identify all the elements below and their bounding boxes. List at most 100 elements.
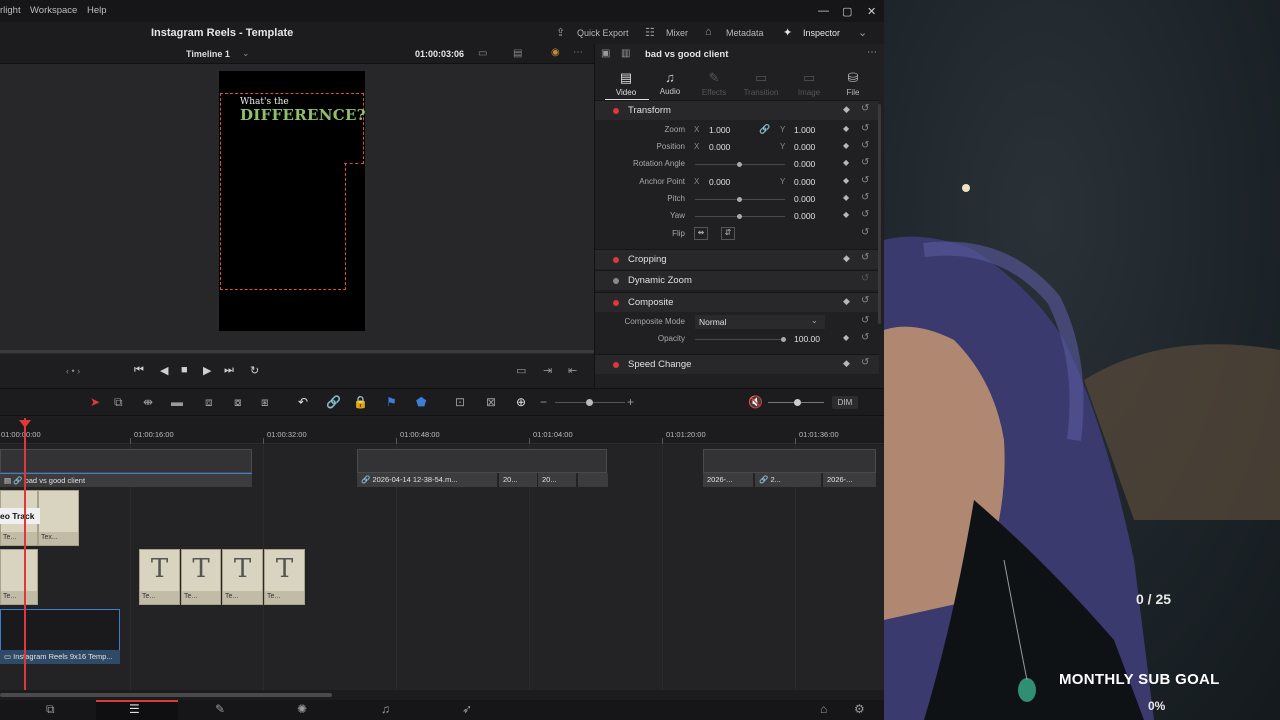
opacity-field[interactable]: 100.00 xyxy=(790,332,830,346)
keyframe-icon[interactable]: ◆ xyxy=(843,158,849,167)
playhead[interactable] xyxy=(24,418,26,690)
keyframe-icon[interactable]: ◆ xyxy=(843,210,849,219)
keyframe-icon[interactable]: ◆ xyxy=(843,253,850,264)
keyframe-icon[interactable]: ◆ xyxy=(843,333,849,342)
home-icon[interactable]: ⌂ xyxy=(820,702,827,716)
text-clip[interactable]: Tex... xyxy=(38,490,79,546)
media-page-icon[interactable]: ⧉ xyxy=(46,702,55,717)
enable-dot[interactable] xyxy=(613,362,619,368)
timeline-clip[interactable]: 2026-... xyxy=(823,473,876,487)
inspector-button[interactable]: Inspector xyxy=(803,28,840,38)
anchor-y-field[interactable]: 0.000 xyxy=(790,175,830,189)
reset-icon[interactable]: ↺ xyxy=(861,295,869,306)
reset-icon[interactable]: ↺ xyxy=(861,157,869,168)
fusion-page-icon[interactable]: ✎ xyxy=(215,702,225,716)
menu-item-help[interactable]: Help xyxy=(87,5,107,16)
tab-effects[interactable]: ✎ Effects xyxy=(692,70,736,97)
tab-file[interactable]: ⛁ File xyxy=(831,70,875,97)
detail-zoom-icon[interactable]: ⊠ xyxy=(486,395,496,409)
fairlight-page-icon[interactable]: ♫ xyxy=(381,702,390,716)
zoom-slider[interactable] xyxy=(555,399,625,406)
match-frame-icon[interactable]: ▭ xyxy=(516,364,526,377)
stop-icon[interactable]: ■ xyxy=(181,364,188,376)
slider-knob[interactable] xyxy=(781,337,786,342)
mixer-icon[interactable]: ☷ xyxy=(645,26,655,39)
section-transform[interactable]: Transform ◆ ↺ xyxy=(595,100,879,120)
reset-icon[interactable]: ↺ xyxy=(861,273,869,284)
timeline-clip[interactable]: 🔗 2... xyxy=(755,473,821,487)
position-x-field[interactable]: 0.000 xyxy=(705,140,745,154)
reset-icon[interactable]: ↺ xyxy=(861,315,869,326)
overwrite-clip-icon[interactable]: ⧇ xyxy=(234,395,242,410)
reset-icon[interactable]: ↺ xyxy=(861,252,869,263)
zoom-x-field[interactable]: 1.000 xyxy=(705,123,745,137)
reset-icon[interactable]: ↺ xyxy=(861,357,869,368)
menu-item-workspace[interactable]: Workspace xyxy=(30,5,77,16)
more-options-icon[interactable]: ⋯ xyxy=(573,47,583,58)
inspector-options-icon[interactable]: ⋯ xyxy=(867,47,877,58)
enable-dot[interactable] xyxy=(613,278,619,284)
clip-thumbnail-strip[interactable] xyxy=(703,449,876,473)
keyframe-icon[interactable]: ◆ xyxy=(843,176,849,185)
tab-transition[interactable]: ▭ Transition xyxy=(739,70,783,97)
zoom-in-icon[interactable]: + xyxy=(627,395,634,409)
text-clip[interactable]: Te... xyxy=(0,549,38,605)
inspector-scrollbar[interactable] xyxy=(878,104,881,324)
close-button[interactable]: ✕ xyxy=(867,5,876,18)
clip-thumbnail-strip[interactable] xyxy=(0,449,252,473)
timeline-clip[interactable] xyxy=(578,473,608,487)
keyframe-icon[interactable]: ◆ xyxy=(843,193,849,202)
inspector-icon[interactable]: ✦ xyxy=(783,26,792,39)
go-to-start-icon[interactable]: ⏮ xyxy=(134,364,144,377)
replace-clip-icon[interactable]: ⧆ xyxy=(261,395,269,410)
composite-mode-select[interactable]: Normal xyxy=(695,315,825,329)
timeline-clip[interactable]: 2026-... xyxy=(703,473,753,487)
tab-video[interactable]: ▤ Video xyxy=(604,70,648,97)
timeline-ruler[interactable]: 01:00:00:00 01:00:16:00 01:00:32:00 01:0… xyxy=(0,418,884,444)
display-options-icon[interactable]: ▤ xyxy=(513,48,522,59)
timeline-scrollbar[interactable] xyxy=(0,690,884,700)
zoom-out-icon[interactable]: − xyxy=(540,395,547,409)
text-clip[interactable]: T Te... xyxy=(222,549,263,605)
edit-page-icon[interactable]: ☰ xyxy=(129,702,140,716)
position-lock-icon[interactable]: 🔒 xyxy=(353,395,368,409)
slider-knob[interactable] xyxy=(737,197,742,202)
deliver-page-icon[interactable]: ➶ xyxy=(462,702,472,716)
minimize-button[interactable]: — xyxy=(818,5,829,17)
scroll-thumb[interactable] xyxy=(0,693,332,697)
mute-icon[interactable]: 🔇 xyxy=(748,395,763,409)
reset-icon[interactable]: ↺ xyxy=(861,332,869,343)
enable-dot[interactable] xyxy=(613,108,619,114)
flag-icon[interactable]: ⚑ xyxy=(386,395,397,409)
full-extent-zoom-icon[interactable]: ⊡ xyxy=(455,395,465,409)
flip-horizontal-icon[interactable]: ⇹ xyxy=(694,227,708,240)
mixer-button[interactable]: Mixer xyxy=(666,28,688,38)
opacity-slider[interactable] xyxy=(695,337,786,342)
menu-item-light[interactable]: rlight xyxy=(0,5,21,16)
link-icon[interactable]: 🔗 xyxy=(759,124,770,135)
volume-slider-knob[interactable] xyxy=(794,399,801,406)
tab-audio[interactable]: ♫ Audio xyxy=(648,70,692,96)
anchor-x-field[interactable]: 0.000 xyxy=(705,175,745,189)
text-clip[interactable]: T Te... xyxy=(139,549,180,605)
blade-tool-icon[interactable]: ▬ xyxy=(171,395,183,409)
go-to-end-icon[interactable]: ⏭ xyxy=(224,364,234,377)
video-clip-thumbnail[interactable] xyxy=(0,609,120,651)
rotation-field[interactable]: 0.000 xyxy=(790,157,830,171)
viewer-scrub-bar[interactable] xyxy=(0,350,594,353)
video-clip[interactable]: ▭ Instagram Reels 9x16 Temp... xyxy=(0,650,120,664)
playhead-handle[interactable] xyxy=(19,420,31,428)
custom-zoom-icon[interactable]: ⊕ xyxy=(516,395,526,409)
trim-tool-icon[interactable]: ⧉ xyxy=(114,395,123,410)
keyframe-icon[interactable]: ◆ xyxy=(843,358,850,369)
maximize-button[interactable]: ▢ xyxy=(842,5,852,18)
enable-dot[interactable] xyxy=(613,300,619,306)
settings-gear-icon[interactable]: ⚙ xyxy=(854,702,865,716)
timeline-clip[interactable]: 🔗 2026-04-14 12-38-54.m... xyxy=(357,473,497,487)
section-composite[interactable]: Composite ◆ ↺ xyxy=(595,292,879,312)
next-edit-icon[interactable]: ⇥ xyxy=(543,364,552,377)
play-reverse-icon[interactable]: ◀ xyxy=(160,364,168,377)
export-icon[interactable]: ⇪ xyxy=(556,26,565,39)
reset-icon[interactable]: ↺ xyxy=(861,140,869,151)
enable-dot[interactable] xyxy=(613,257,619,263)
